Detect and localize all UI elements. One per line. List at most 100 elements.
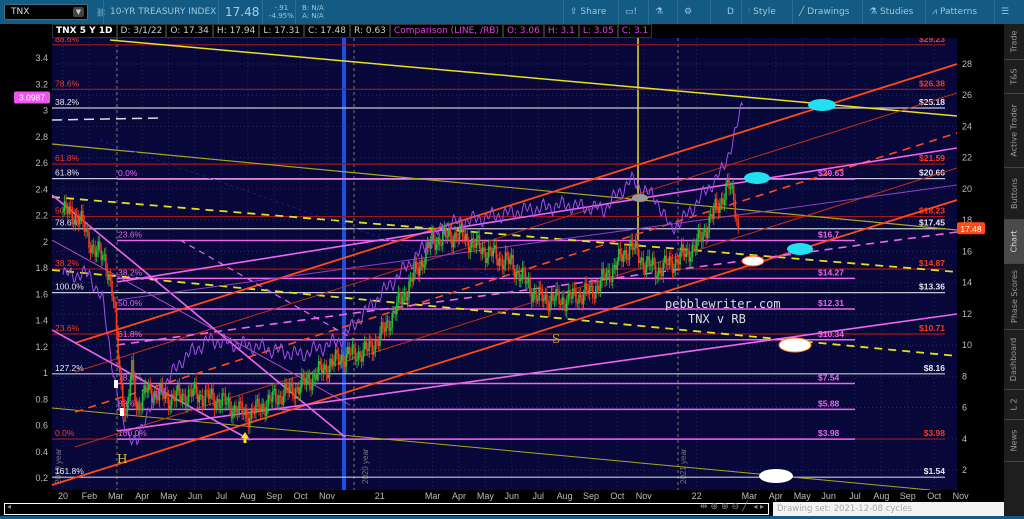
candle-body: [679, 251, 681, 265]
candle-body: [495, 245, 498, 259]
side-tab-news[interactable]: News: [1004, 420, 1024, 462]
candle-body: [509, 258, 511, 264]
candle-body: [520, 278, 522, 281]
side-tab-active-trader[interactable]: Active Trader: [1004, 94, 1024, 168]
fib-price-label: $14.27: [818, 267, 844, 277]
candle-body: [210, 388, 213, 395]
candle-body: [552, 293, 554, 301]
candle-body: [85, 228, 87, 232]
candle-body: [79, 217, 81, 225]
y-right-tick-label: 14: [962, 278, 972, 288]
candle-body: [278, 395, 280, 405]
scroll-left-icon[interactable]: ◂: [7, 502, 11, 511]
side-tab-buttons[interactable]: Buttons: [1004, 168, 1024, 220]
candle-body: [582, 294, 585, 305]
candle-body: [307, 374, 309, 379]
candle-body: [284, 383, 286, 397]
zoom-out-icon[interactable]: ⊖: [732, 502, 743, 512]
candle-body: [339, 361, 341, 365]
crosshair-icon[interactable]: ⊕: [711, 502, 722, 512]
candle-body: [448, 229, 450, 237]
y-left-tick-label: 1.6: [35, 289, 48, 299]
y-right-tick-label: 28: [962, 59, 972, 69]
pan-icon[interactable]: ⇹: [700, 502, 711, 512]
candle-body: [177, 384, 179, 391]
candle-body: [648, 256, 651, 266]
candle-body: [377, 341, 380, 346]
candle-body: [180, 395, 182, 402]
y-right-tick-label: 20: [962, 184, 972, 194]
candle-body: [510, 255, 513, 259]
candle-body: [256, 398, 259, 401]
candle-body: [396, 303, 398, 315]
candle-body: [622, 254, 625, 262]
price-chart[interactable]: 2019 year 2020 year 2021 year38.2% $25.1861…: [0, 0, 1004, 502]
zoom-in-icon[interactable]: ⊕: [721, 502, 732, 512]
candle-body: [549, 301, 551, 312]
candle-body: [209, 394, 211, 399]
x-tick-label: Mar: [742, 491, 758, 501]
y-left-tick-label: 2.4: [35, 184, 48, 194]
candle-body: [212, 388, 214, 400]
candle-body: [371, 342, 374, 355]
drawing-set-selector[interactable]: Drawing set: 2021-12-08 cycles: [773, 502, 1004, 516]
fib-price-label: $1.54: [924, 466, 946, 476]
candle-body: [639, 260, 642, 263]
candle-body: [446, 236, 449, 238]
candle-body: [438, 237, 441, 245]
candle-body: [131, 360, 133, 380]
candle-body: [605, 272, 608, 281]
candle-body: [564, 304, 567, 312]
candle-body: [585, 283, 588, 290]
candle-body: [265, 406, 268, 416]
chart-scrollbar[interactable]: ◂ ◂ ▸: [4, 502, 769, 515]
chart-subtitle: TNX v RB: [688, 312, 746, 326]
candle-body: [236, 413, 239, 415]
side-tab-trade[interactable]: Trade: [1004, 24, 1024, 60]
y-left-tick-label: 1: [43, 368, 48, 378]
side-tab-l-2[interactable]: L 2: [1004, 390, 1024, 420]
candle-body: [631, 240, 634, 250]
candle-body: [487, 246, 490, 258]
candle-body: [386, 320, 389, 322]
candle-body: [570, 296, 573, 299]
side-tab-dashboard[interactable]: Dashboard: [1004, 330, 1024, 390]
side-tab-t-s[interactable]: T&S: [1004, 60, 1024, 94]
candle-body: [717, 207, 720, 213]
candle-body: [181, 393, 184, 402]
comparison-price-badge-text: 3.0987: [19, 93, 45, 103]
candle-body: [232, 411, 234, 419]
candle-body: [100, 249, 103, 260]
candle-body: [651, 257, 654, 266]
candle-body: [579, 294, 582, 298]
candle-body: [533, 290, 536, 294]
candle-body: [388, 320, 390, 331]
candle-body: [593, 297, 596, 299]
side-tab-chart[interactable]: Chart: [1004, 220, 1024, 264]
candle-body: [201, 394, 204, 406]
candle-body: [475, 237, 478, 248]
candle-body: [625, 250, 628, 259]
candle-body: [102, 255, 104, 260]
candle-body: [82, 210, 84, 222]
scroll-right-icon[interactable]: ◂ ▸: [753, 502, 764, 511]
candle-body: [693, 244, 695, 246]
y-right-tick-label: 6: [962, 403, 967, 413]
candle-body: [288, 384, 291, 394]
marker-white: [114, 380, 118, 388]
side-tab-phase-scores[interactable]: Phase Scores: [1004, 264, 1024, 330]
candle-body: [342, 354, 345, 362]
candle-body: [682, 244, 684, 254]
candle-body: [63, 201, 66, 211]
candle-body: [504, 252, 507, 265]
candle-body: [542, 299, 545, 302]
candle-body: [320, 364, 323, 375]
candle-body: [613, 264, 616, 269]
candle-body: [359, 351, 361, 357]
candle-body: [486, 257, 488, 263]
draw-line-icon[interactable]: ╱: [742, 502, 750, 512]
x-tick-label: Aug: [873, 491, 889, 501]
candle-body: [353, 344, 355, 349]
candle-body: [97, 241, 100, 251]
candle-body: [618, 248, 620, 262]
